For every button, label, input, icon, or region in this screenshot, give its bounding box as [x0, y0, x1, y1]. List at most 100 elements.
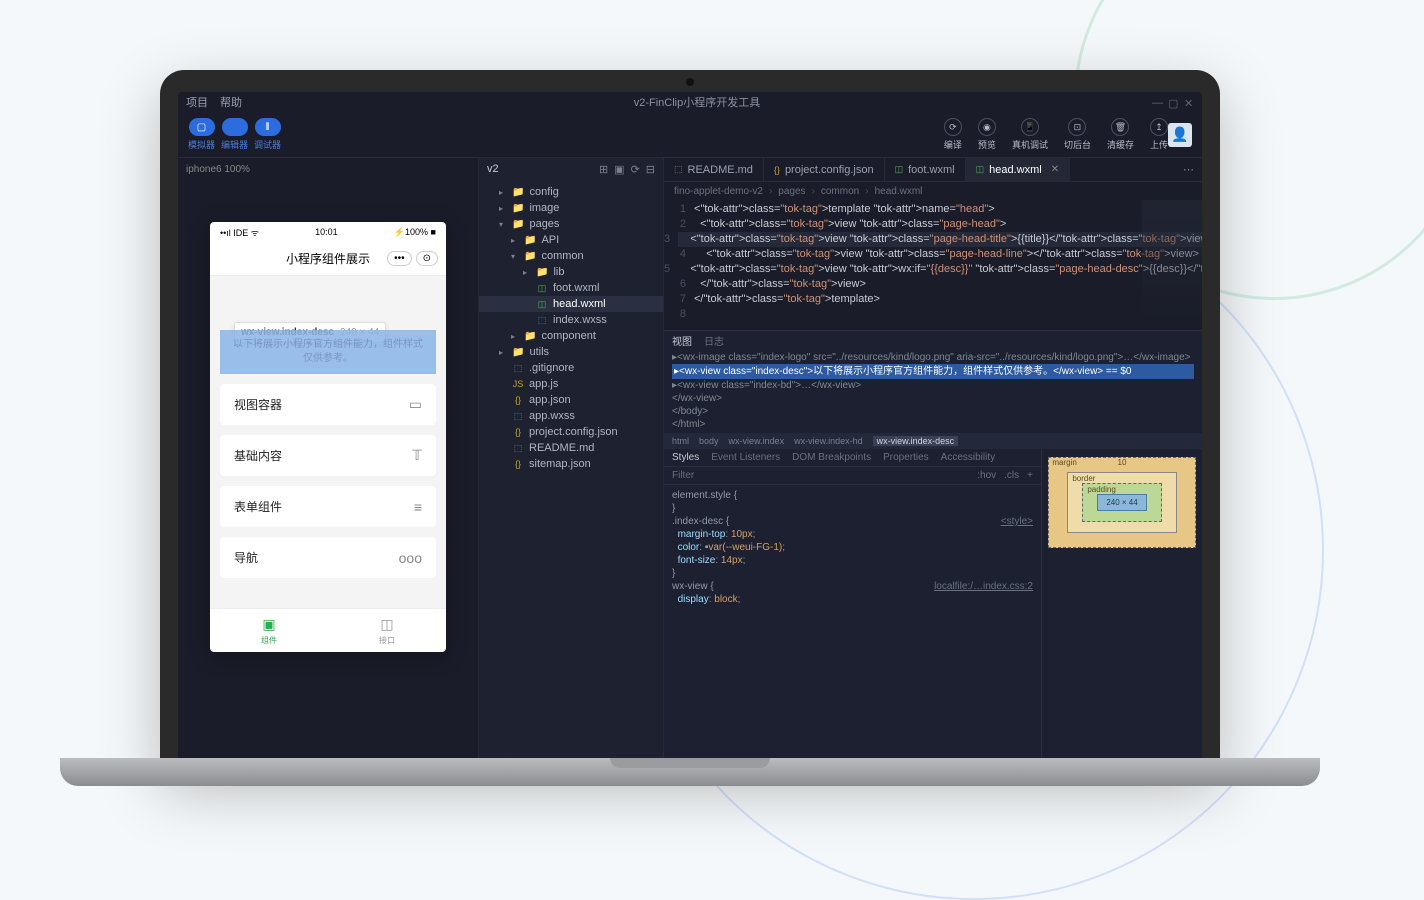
phone-body[interactable]: wx-view.index-desc 240 × 44 以下将展示小程序官方组件…: [210, 276, 446, 608]
code-line[interactable]: 6 </"tok-attr">class="tok-tag">view>: [664, 277, 1202, 292]
inspected-element[interactable]: 以下将展示小程序官方组件能力，组件样式仅供参考。: [220, 330, 436, 374]
code-line[interactable]: 8: [664, 307, 1202, 322]
tree-item-app.js[interactable]: JS app.js: [479, 376, 663, 392]
code-editor[interactable]: 1 <"tok-attr">class="tok-tag">template "…: [664, 200, 1202, 330]
minimize-icon[interactable]: —: [1152, 97, 1162, 107]
css-rule[interactable]: .index-desc {<style>: [672, 515, 1033, 528]
tree-item-index.wxss[interactable]: ⬚ index.wxss: [479, 312, 663, 328]
tab-overflow-icon[interactable]: ⋯: [1175, 158, 1202, 181]
css-rule[interactable]: wx-view {localfile:/…index.css:2: [672, 580, 1033, 593]
styles-tab-Accessibility[interactable]: Accessibility: [941, 452, 995, 463]
capsule-close-icon[interactable]: ⊙: [416, 251, 438, 266]
tree-item-app.wxss[interactable]: ⬚ app.wxss: [479, 408, 663, 424]
tree-item-lib[interactable]: ▸ 📁 lib: [479, 264, 663, 280]
tab-label: README.md: [688, 164, 753, 176]
capsule-more-icon[interactable]: •••: [387, 251, 412, 266]
crumb-item[interactable]: fino-applet-demo-v2: [674, 186, 763, 197]
tab-close-icon[interactable]: ✕: [1051, 164, 1059, 175]
css-rule[interactable]: element.style {: [672, 489, 1033, 502]
element-node-selected[interactable]: ▸<wx-view class="index-desc">以下将展示小程序官方组…: [672, 364, 1194, 379]
tree-item-component[interactable]: ▸ 📁 component: [479, 328, 663, 344]
refresh-icon[interactable]: ⟳: [631, 163, 640, 176]
element-node[interactable]: ▸<wx-image class="index-logo" src="../re…: [672, 351, 1194, 364]
tree-item-config[interactable]: ▸ 📁 config: [479, 184, 663, 200]
editor-tab-README.md[interactable]: ⬚ README.md: [664, 158, 764, 181]
code-line[interactable]: 1 <"tok-attr">class="tok-tag">template "…: [664, 202, 1202, 217]
tree-item-foot.wxml[interactable]: ◫ foot.wxml: [479, 280, 663, 296]
tree-item-common[interactable]: ▾ 📁 common: [479, 248, 663, 264]
tool-真机调试[interactable]: 📱 真机调试: [1012, 118, 1048, 151]
simulator-device-label: iphone6 100%: [178, 158, 478, 180]
styles-filter-input[interactable]: Filter: [672, 470, 694, 481]
tool-清缓存[interactable]: 🗑 清缓存: [1107, 118, 1134, 151]
styles-tab-Properties[interactable]: Properties: [883, 452, 929, 463]
close-icon[interactable]: ✕: [1184, 97, 1194, 107]
tree-item-project.config.json[interactable]: {} project.config.json: [479, 424, 663, 440]
element-crumb[interactable]: html: [672, 436, 689, 446]
styles-tab-Event Listeners[interactable]: Event Listeners: [711, 452, 780, 463]
menu-help[interactable]: 帮助: [220, 94, 242, 110]
source-link[interactable]: <style>: [1001, 515, 1033, 528]
tree-item-image[interactable]: ▸ 📁 image: [479, 200, 663, 216]
code-line[interactable]: 2 <"tok-attr">class="tok-tag">view "tok-…: [664, 217, 1202, 232]
tool-编译[interactable]: ⟳ 编译: [944, 118, 962, 151]
tree-item-README.md[interactable]: ⬚ README.md: [479, 440, 663, 456]
file-icon: ⬚: [512, 363, 524, 374]
mode-调试器[interactable]: ⫴ 调试器: [254, 118, 281, 151]
tab-view[interactable]: 视图: [672, 333, 692, 348]
list-item[interactable]: 基础内容 𝕋: [220, 435, 436, 476]
status-time: 10:01: [315, 227, 338, 237]
chevron-icon: ▸: [511, 332, 519, 341]
element-crumb[interactable]: wx-view.index-hd: [794, 436, 863, 446]
tree-item-head.wxml[interactable]: ◫ head.wxml: [479, 296, 663, 312]
code-line[interactable]: 3 <"tok-attr">class="tok-tag">view "tok-…: [664, 232, 1202, 247]
source-link[interactable]: localfile:/…index.css:2: [934, 580, 1033, 593]
tree-item-utils[interactable]: ▸ 📁 utils: [479, 344, 663, 360]
tree-item-.gitignore[interactable]: ⬚ .gitignore: [479, 360, 663, 376]
crumb-item[interactable]: common: [821, 186, 859, 197]
mode-编辑器[interactable]: 编辑器: [221, 118, 248, 151]
maximize-icon[interactable]: ▢: [1168, 97, 1178, 107]
tabbar-item-组件[interactable]: ▣ 组件: [210, 609, 328, 652]
css-rules[interactable]: element.style { } .index-desc {<style> m…: [664, 485, 1041, 610]
code-line[interactable]: 7 </"tok-attr">class="tok-tag">template>: [664, 292, 1202, 307]
elements-panel[interactable]: ▸<wx-image class="index-logo" src="../re…: [664, 349, 1202, 433]
cls-toggle[interactable]: .cls: [1004, 470, 1019, 481]
list-item[interactable]: 表单组件 ≡: [220, 486, 436, 527]
tool-上传[interactable]: ↥ 上传: [1150, 118, 1168, 151]
code-line[interactable]: 5 <"tok-attr">class="tok-tag">view "tok-…: [664, 262, 1202, 277]
new-file-icon[interactable]: ⊞: [599, 163, 608, 176]
editor-tab-foot.wxml[interactable]: ◫ foot.wxml: [885, 158, 966, 181]
avatar[interactable]: 👤: [1168, 123, 1192, 147]
styles-tab-Styles[interactable]: Styles: [672, 452, 699, 463]
add-rule-icon[interactable]: +: [1027, 470, 1033, 481]
new-folder-icon[interactable]: ▣: [614, 163, 624, 176]
element-crumb[interactable]: body: [699, 436, 719, 446]
editor-tab-head.wxml[interactable]: ◫ head.wxml ✕: [966, 158, 1070, 181]
mode-模拟器[interactable]: ▢ 模拟器: [188, 118, 215, 151]
element-node[interactable]: ▸<wx-view class="index-bd">…</wx-view>: [672, 379, 1194, 392]
tree-item-API[interactable]: ▸ 📁 API: [479, 232, 663, 248]
list-item[interactable]: 导航 ooo: [220, 537, 436, 578]
tool-预览[interactable]: ◉ 预览: [978, 118, 996, 151]
tool-切后台[interactable]: ⊡ 切后台: [1064, 118, 1091, 151]
minimap[interactable]: [1142, 200, 1202, 320]
menu-project[interactable]: 项目: [186, 94, 208, 110]
tree-item-pages[interactable]: ▾ 📁 pages: [479, 216, 663, 232]
crumb-item[interactable]: pages: [778, 186, 805, 197]
tabbar-item-接口[interactable]: ◫ 接口: [328, 609, 446, 652]
tree-item-sitemap.json[interactable]: {} sitemap.json: [479, 456, 663, 472]
element-crumb[interactable]: wx-view.index-desc: [873, 436, 959, 446]
box-margin-top: 10: [1118, 458, 1127, 467]
folder-icon: 📁: [512, 219, 524, 230]
list-item[interactable]: 视图容器 ▭: [220, 384, 436, 425]
crumb-item[interactable]: head.wxml: [875, 186, 923, 197]
collapse-icon[interactable]: ⊟: [646, 163, 655, 176]
styles-tab-DOM Breakpoints[interactable]: DOM Breakpoints: [792, 452, 871, 463]
editor-tab-project.config.json[interactable]: {} project.config.json: [764, 158, 885, 181]
tree-item-app.json[interactable]: {} app.json: [479, 392, 663, 408]
tab-log[interactable]: 日志: [704, 333, 724, 348]
element-crumb[interactable]: wx-view.index: [729, 436, 785, 446]
hov-toggle[interactable]: :hov: [977, 470, 996, 481]
code-line[interactable]: 4 <"tok-attr">class="tok-tag">view "tok-…: [664, 247, 1202, 262]
